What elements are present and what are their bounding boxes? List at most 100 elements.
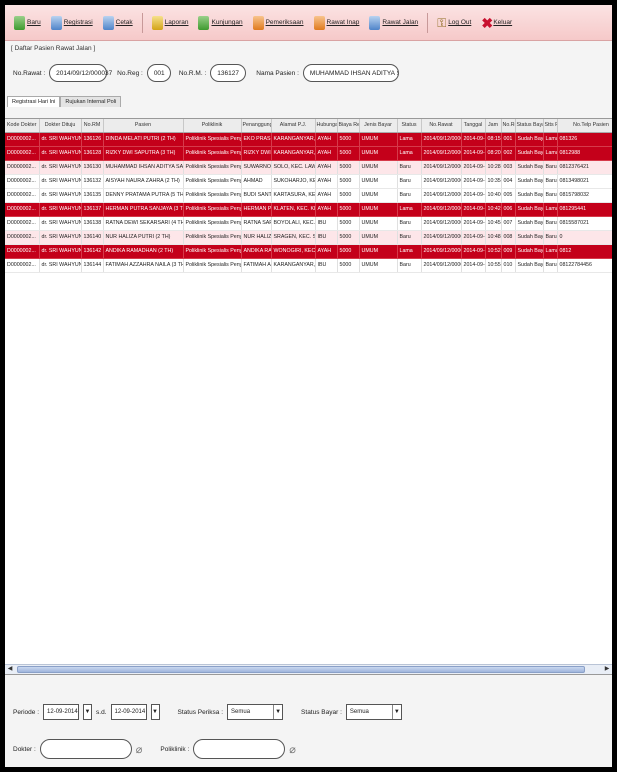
table-cell: 10:48:35	[485, 230, 502, 245]
period-filter-row: Periode : 12-09-2014 ▼ s.d. 12-09-2014 ▼…	[13, 704, 402, 720]
toolbar-label: Log Out	[448, 19, 472, 26]
poliklinik-field[interactable]	[193, 739, 286, 759]
table-cell: UMUM	[359, 230, 398, 245]
column-header[interactable]: No.Rawat	[421, 119, 462, 133]
status-bayar-select[interactable]: Semua ▼	[345, 704, 402, 720]
toolbar-button-log-out[interactable]: ⚿ Log Out	[434, 14, 474, 32]
poliklinik-label: Poliklinik :	[160, 745, 190, 753]
toolbar-button-keluar[interactable]: ✖ Keluar	[478, 14, 515, 32]
table-row[interactable]: D0000002...dr. SRI WAHYUNI, M.Kes136128R…	[5, 146, 612, 161]
table-cell: 5000	[337, 160, 360, 175]
table-row[interactable]: D0000002...dr. SRI WAHYUNI, M.Kes136135D…	[5, 188, 612, 203]
column-header[interactable]: Hubungan P.J.	[315, 119, 338, 133]
dokter-field[interactable]	[39, 739, 132, 759]
toolbar-label: Pemeriksaan	[265, 19, 304, 26]
column-header[interactable]: Jenis Bayar	[359, 119, 398, 133]
toolbar-button-rawat-inap[interactable]: Rawat Inap	[311, 14, 363, 32]
table-cell: DENNY PRATAMA PUTRA (5 TH)	[103, 188, 184, 203]
dokter-search-icon[interactable]: ⌀	[136, 743, 143, 756]
column-header[interactable]: No.Reg	[501, 119, 516, 133]
tab-rujukan-internal-poli[interactable]: Rujukan Internal Poli	[60, 96, 122, 107]
table-cell: Lama	[397, 132, 422, 147]
table-row[interactable]: D0000002...dr. SRI WAHYUNI, M.Kes136126D…	[5, 132, 612, 147]
column-header[interactable]: Pasien	[103, 119, 184, 133]
toolbar-button-laporan[interactable]: Laporan	[149, 14, 192, 32]
table-cell: Sudah Bayar	[515, 202, 544, 217]
status-periksa-select[interactable]: Semua ▼	[227, 704, 284, 720]
date-from-dropdown-icon[interactable]: ▼	[83, 704, 93, 720]
table-cell: dr. SRI WAHYUNI, M.Kes	[39, 160, 82, 175]
table-cell: Poliklinik Spesialis Penyakit Dalam	[183, 146, 242, 161]
column-header[interactable]: Jam	[485, 119, 502, 133]
column-header[interactable]: Stts Poli	[543, 119, 558, 133]
column-header[interactable]: Kode Dokter	[5, 119, 40, 133]
column-header[interactable]: Alamat P.J.	[271, 119, 316, 133]
column-header[interactable]: No.Telp Pasien	[557, 119, 612, 133]
scrollbar-thumb[interactable]	[17, 666, 585, 673]
no-rm-field[interactable]: 136127	[210, 64, 247, 82]
table-row[interactable]: D0000002...dr. SRI WAHYUNI, M.Kes136144F…	[5, 258, 612, 273]
report-icon	[151, 15, 163, 30]
registration-table[interactable]: Kode Dokter Dokter Dituju No.RM Pasien Polik…	[5, 118, 612, 675]
column-header[interactable]: Status	[397, 119, 422, 133]
toolbar-button-kunjungan[interactable]: Kunjungan	[195, 14, 245, 32]
table-row[interactable]: D0000002...dr. SRI WAHYUNI, M.Kes136138R…	[5, 216, 612, 231]
table-cell: 0812988	[557, 146, 612, 161]
table-row[interactable]: D0000002...dr. SRI WAHYUNI, M.Kes136132A…	[5, 174, 612, 189]
toolbar-button-cetak[interactable]: Cetak	[100, 14, 136, 32]
column-header[interactable]: Penanggung Jawab	[241, 119, 272, 133]
table-cell: AYAH	[315, 160, 338, 175]
table-cell: KARANGANYAR, KEC. KARANGPANDAN...	[271, 258, 316, 273]
no-rawat-field[interactable]: 2014/09/12/000037	[49, 64, 112, 82]
column-header[interactable]: Poliklinik	[183, 119, 242, 133]
nama-pasien-label: Nama Pasien :	[256, 69, 299, 77]
table-cell: Sudah Bayar	[515, 230, 544, 245]
column-header[interactable]: Dokter Dituju	[39, 119, 82, 133]
table-row[interactable]: D0000002...dr. SRI WAHYUNI, M.Kes136137H…	[5, 202, 612, 217]
table-cell: Poliklinik Spesialis Penyakit Dalam	[183, 258, 242, 273]
date-from-value: 12-09-2014	[47, 709, 78, 715]
column-header[interactable]: Biaya Reg	[337, 119, 360, 133]
poliklinik-search-icon[interactable]: ⌀	[289, 743, 296, 756]
scroll-right-icon[interactable]: ▶	[602, 665, 612, 674]
toolbar-button-baru[interactable]: Baru	[11, 14, 44, 32]
table-cell: AHMAD	[241, 174, 272, 189]
table-cell: Baru	[397, 216, 422, 231]
date-from-field[interactable]: 12-09-2014	[43, 704, 80, 720]
table-row[interactable]: D0000002...dr. SRI WAHYUNI, M.Kes136140N…	[5, 230, 612, 245]
table-cell: NUR HALIZA PUTRI	[241, 230, 272, 245]
column-header[interactable]: Tanggal	[461, 119, 486, 133]
date-to-dropdown-icon[interactable]: ▼	[150, 704, 160, 720]
table-cell: 0815587021	[557, 216, 612, 231]
status-periksa-dropdown-icon[interactable]: ▼	[273, 705, 282, 719]
table-cell: Poliklinik Spesialis Penyakit Dalam	[183, 230, 242, 245]
table-cell: Baru	[543, 216, 558, 231]
date-to-field[interactable]: 12-09-2014	[110, 704, 147, 720]
column-header[interactable]: No.RM	[81, 119, 104, 133]
application-window: Baru Registrasi Cetak Laporan Kunjungan Pemer…	[5, 5, 612, 767]
horizontal-scrollbar[interactable]: ◀ ▶	[5, 664, 612, 674]
no-reg-field[interactable]: 001	[146, 64, 171, 82]
print-icon	[102, 15, 114, 30]
tab-registrasi-hari-ini[interactable]: Registrasi Hari Ini	[7, 96, 61, 107]
toolbar-button-rawat-jalan[interactable]: Rawat Jalan	[366, 14, 421, 32]
table-cell: 5000	[337, 174, 360, 189]
table-row[interactable]: D0000002...dr. SRI WAHYUNI, M.Kes136142A…	[5, 244, 612, 259]
status-bayar-dropdown-icon[interactable]: ▼	[391, 705, 401, 719]
table-cell: BOYOLALI, KEC. BOYOLALI...	[271, 216, 316, 231]
tab-bar: Registrasi Hari Ini Rujukan Internal Pol…	[7, 96, 612, 107]
table-cell: 2014-09-12	[461, 174, 486, 189]
table-cell: 136144	[81, 258, 104, 273]
toolbar-label: Cetak	[115, 19, 133, 26]
table-cell: Baru	[543, 230, 558, 245]
toolbar-button-pemeriksaan[interactable]: Pemeriksaan	[250, 14, 307, 32]
table-cell: 2014-09-12	[461, 146, 486, 161]
scroll-left-icon[interactable]: ◀	[5, 665, 15, 674]
toolbar-label: Baru	[27, 19, 41, 26]
table-row[interactable]: D0000002...dr. SRI WAHYUNI, M.Kes136130M…	[5, 160, 612, 175]
column-header[interactable]: Status Bayar	[515, 119, 544, 133]
table-cell: 10:35:14	[485, 174, 502, 189]
table-cell: 2014-09-12	[461, 244, 486, 259]
toolbar-button-registrasi[interactable]: Registrasi	[48, 14, 96, 32]
nama-pasien-field[interactable]: MUHAMMAD IHSAN ADITYA SANDI (2 TH)	[302, 64, 399, 82]
